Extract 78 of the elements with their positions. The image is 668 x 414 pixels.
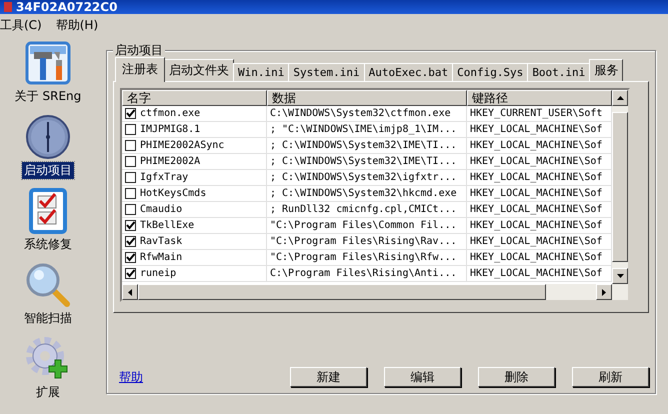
table-cell: HKEY_LOCAL_MACHINE\Sof: [467, 250, 612, 266]
table-cell: HKEY_LOCAL_MACHINE\Sof: [467, 154, 612, 170]
table-cell-text: ctfmon.exe: [140, 107, 200, 121]
menu-item[interactable]: 工具(C): [0, 16, 42, 34]
left-arrow-icon[interactable]: [128, 288, 132, 296]
tab[interactable]: Config.Sys: [452, 63, 528, 81]
tools-icon[interactable]: [24, 40, 72, 86]
checkbox[interactable]: [125, 172, 136, 183]
window-title: 34F02A0722C0: [16, 0, 118, 14]
checkbox[interactable]: [125, 220, 136, 231]
table-cell: ; RunDll32 cmicnfg.cpl,CMICt...: [267, 202, 467, 218]
tab[interactable]: AutoExec.bat: [364, 63, 454, 81]
column-header[interactable]: 键路径: [467, 90, 612, 106]
table-cell-text: TkBellExe: [140, 219, 194, 233]
help-link[interactable]: 帮助: [119, 368, 143, 386]
table-cell: HKEY_LOCAL_MACHINE\Sof: [467, 122, 612, 138]
table-cell: ; C:\WINDOWS\System32\IME\TI...: [267, 138, 467, 154]
table-cell: HKEY_LOCAL_MACHINE\Sof: [467, 266, 612, 282]
table-cell-text: RavTask: [140, 235, 182, 249]
table-cell: ; C:\WINDOWS\System32\IME\TI...: [267, 154, 467, 170]
column-header[interactable]: 名字: [122, 90, 267, 106]
table-cell-text: PHIME2002A: [140, 155, 200, 169]
table-cell: ; "C:\WINDOWS\IME\imjp8_1\IM...: [267, 122, 467, 138]
table-cell: C:\Program Files\Rising\Anti...: [267, 266, 467, 282]
action-button[interactable]: 删除: [478, 367, 555, 387]
table-cell: HKEY_CURRENT_USER\Soft: [467, 106, 612, 122]
table-cell: HKEY_LOCAL_MACHINE\Sof: [467, 170, 612, 186]
table-cell: "C:\Program Files\Rising\Rfw...: [267, 250, 467, 266]
table-cell: HKEY_LOCAL_MACHINE\Sof: [467, 186, 612, 202]
menu-item[interactable]: 帮助(H): [56, 16, 98, 34]
checkbox[interactable]: [125, 268, 136, 279]
table-cell: "C:\Program Files\Rising\Rav...: [267, 234, 467, 250]
sidebar-item[interactable]: 启动项目: [22, 162, 74, 179]
table-cell: ; C:\WINDOWS\System32\igfxtr...: [267, 170, 467, 186]
tab[interactable]: 注册表: [115, 57, 165, 82]
checkbox[interactable]: [125, 140, 136, 151]
right-arrow-icon[interactable]: [602, 288, 606, 296]
checkbox[interactable]: [125, 188, 136, 199]
checkbox[interactable]: [125, 124, 136, 135]
table-cell-text: RfwMain: [140, 251, 182, 265]
tab[interactable]: Win.ini: [233, 63, 290, 81]
table-cell: HKEY_LOCAL_MACHINE\Sof: [467, 202, 612, 218]
checkbox[interactable]: [125, 236, 136, 247]
table-cell-text: IgfxTray: [140, 171, 188, 185]
up-arrow-icon[interactable]: [616, 96, 624, 100]
tab[interactable]: System.ini: [288, 63, 365, 81]
sidebar-item[interactable]: 智能扫描: [22, 310, 74, 327]
table-cell: ; C:\WINDOWS\System32\hkcmd.exe: [267, 186, 467, 202]
table-cell: "C:\Program Files\Common Fil...: [267, 218, 467, 234]
sidebar-item[interactable]: 关于 SREng: [12, 88, 84, 105]
table-cell: HKEY_LOCAL_MACHINE\Sof: [467, 218, 612, 234]
table-cell: HKEY_LOCAL_MACHINE\Sof: [467, 138, 612, 154]
table-cell-text: HotKeysCmds: [140, 187, 206, 201]
table-cell-text: Cmaudio: [140, 203, 182, 217]
checkbox[interactable]: [125, 156, 136, 167]
down-arrow-icon[interactable]: [616, 274, 624, 278]
checkbox[interactable]: [125, 252, 136, 263]
tab[interactable]: 服务: [589, 59, 624, 81]
magnifier-icon[interactable]: [25, 262, 71, 308]
vertical-scrollbar[interactable]: [612, 90, 628, 284]
table-cell-text: IMJPMIG8.1: [140, 123, 200, 137]
checkbox[interactable]: [125, 108, 136, 119]
checklist-icon[interactable]: [28, 188, 68, 234]
table-cell: C:\WINDOWS\System32\ctfmon.exe: [267, 106, 467, 122]
checkbox[interactable]: [125, 204, 136, 215]
column-header[interactable]: 数据: [267, 90, 467, 106]
table-cell: HKEY_LOCAL_MACHINE\Sof: [467, 234, 612, 250]
action-button[interactable]: 编辑: [384, 367, 461, 387]
tab[interactable]: Boot.ini: [527, 63, 590, 81]
app-icon: [4, 2, 12, 12]
sidebar-item[interactable]: 系统修复: [22, 236, 74, 253]
horizontal-scrollbar[interactable]: [122, 284, 628, 300]
action-button[interactable]: 新建: [290, 367, 367, 387]
clock-icon[interactable]: [25, 114, 71, 160]
table-cell-text: PHIME2002ASync: [140, 139, 224, 153]
sidebar-item[interactable]: 扩展: [34, 384, 62, 401]
action-button[interactable]: 刷新: [572, 367, 649, 387]
table-cell-text: runeip: [140, 267, 176, 281]
